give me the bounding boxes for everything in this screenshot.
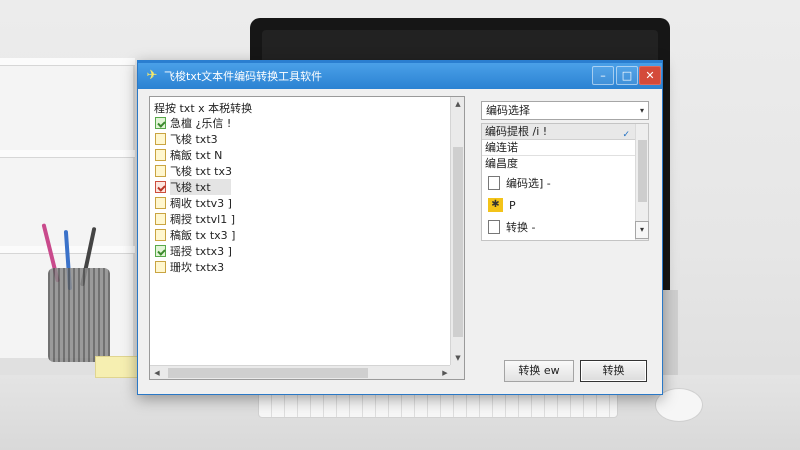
file-icon <box>488 176 500 190</box>
scroll-thumb[interactable] <box>168 368 368 378</box>
encoding-option-list[interactable]: 编码提根 /i ! ✓ 编连诺 编昌度 编码选] - ✱ P 转换 - <box>481 123 649 241</box>
scroll-corner <box>450 365 464 379</box>
convert-secondary-button[interactable]: 转换 ew <box>504 360 574 382</box>
list-item[interactable]: 瑶授 txtx3 ] <box>155 243 445 259</box>
file-icon <box>488 220 500 234</box>
mode-item[interactable]: 编码选] - <box>482 172 648 194</box>
file-checked-icon <box>155 117 166 129</box>
encoding-select[interactable]: 编码选择 ▾ <box>481 101 649 120</box>
file-list: 急檀 ¿乐信 ! 飞梭 txt3 稿飯 txt N 飞梭 txt tx3 飞梭 … <box>155 115 445 275</box>
title-bar[interactable]: ✈ 飞梭txt文本件编码转换工具软件 – □ ✕ <box>138 63 662 89</box>
list-item[interactable]: 稠授 txtvl1 ] <box>155 211 445 227</box>
scroll-up-icon[interactable]: ▲ <box>451 97 464 111</box>
mode-label: 转换 - <box>506 221 536 234</box>
file-name: 飞梭 txt tx3 <box>170 165 232 178</box>
file-name: 飞梭 txt <box>170 179 231 195</box>
scroll-left-icon[interactable]: ◀ <box>150 366 164 379</box>
horizontal-scrollbar[interactable]: ◀ ▶ <box>150 365 452 379</box>
list-item[interactable]: 珊坎 txtx3 <box>155 259 445 275</box>
encoding-select-value: 编码选择 <box>486 104 530 117</box>
option-label: 编连诺 <box>485 141 518 154</box>
sticky-notepad <box>95 356 143 378</box>
list-item[interactable]: 稿飯 txt N <box>155 147 445 163</box>
pen-cup <box>48 268 110 362</box>
file-icon <box>155 261 166 273</box>
list-item-selected[interactable]: 飞梭 txt <box>155 179 445 195</box>
star-icon: ✱ <box>488 198 503 212</box>
mode-label: P <box>509 198 516 212</box>
list-item[interactable]: 稠收 txtv3 ] <box>155 195 445 211</box>
shelf-board <box>0 150 135 158</box>
file-name: 急檀 ¿乐信 ! <box>170 117 232 130</box>
list-item[interactable]: 飞梭 txt tx3 <box>155 163 445 179</box>
file-name: 稿飯 tx tx3 ] <box>170 229 236 242</box>
file-icon <box>155 133 166 145</box>
maximize-button[interactable]: □ <box>616 66 638 85</box>
vertical-scrollbar[interactable]: ▲ ▼ <box>450 97 464 365</box>
file-icon <box>155 149 166 161</box>
file-name: 稠收 txtv3 ] <box>170 197 232 210</box>
file-checked-icon <box>155 245 166 257</box>
file-icon <box>155 165 166 177</box>
converter-window: ✈ 飞梭txt文本件编码转换工具软件 – □ ✕ 程按 txt x 本税转换 急… <box>137 60 663 395</box>
file-name: 瑶授 txtx3 ] <box>170 245 232 258</box>
file-icon <box>155 197 166 209</box>
mode-label: 编码选] - <box>506 177 551 190</box>
file-icon <box>155 213 166 225</box>
convert-button[interactable]: 转换 <box>580 360 647 382</box>
scroll-thumb[interactable] <box>453 147 463 337</box>
scroll-down-icon[interactable]: ▼ <box>451 351 464 365</box>
window-title: 飞梭txt文本件编码转换工具软件 <box>164 70 323 83</box>
shelf-board <box>0 58 135 66</box>
option-label: 编码提根 /i ! <box>485 125 548 138</box>
file-icon <box>155 229 166 241</box>
file-pane-header: 程按 txt x 本税转换 <box>154 102 253 115</box>
list-item[interactable]: 稿飯 tx tx3 ] <box>155 227 445 243</box>
option-label: 编昌度 <box>485 157 518 170</box>
list-item[interactable]: 急檀 ¿乐信 ! <box>155 115 445 131</box>
app-logo-icon: ✈ <box>146 68 158 83</box>
file-name: 稿飯 txt N <box>170 149 223 162</box>
file-list-pane[interactable]: 程按 txt x 本税转换 急檀 ¿乐信 ! 飞梭 txt3 稿飯 txt N … <box>149 96 465 380</box>
keyboard <box>258 392 618 418</box>
check-icon: ✓ <box>622 130 630 140</box>
mode-item[interactable]: ✱ P <box>482 194 648 216</box>
list-item[interactable]: 飞梭 txt3 <box>155 131 445 147</box>
scroll-thumb[interactable] <box>638 140 647 202</box>
file-name: 稠授 txtvl1 ] <box>170 213 235 226</box>
mode-item[interactable]: 转换 - <box>482 216 648 238</box>
option-item[interactable]: 编码提根 /i ! ✓ <box>482 124 648 140</box>
close-button[interactable]: ✕ <box>639 66 661 85</box>
option-item[interactable]: 编昌度 <box>482 156 648 172</box>
file-checked-red-icon <box>155 181 166 193</box>
file-name: 飞梭 txt3 <box>170 133 218 146</box>
mode-dropdown-toggle[interactable]: ▾ <box>635 221 649 239</box>
chevron-down-icon: ▾ <box>639 106 644 115</box>
file-name: 珊坎 txtx3 <box>170 261 225 274</box>
minimize-button[interactable]: – <box>592 66 614 85</box>
